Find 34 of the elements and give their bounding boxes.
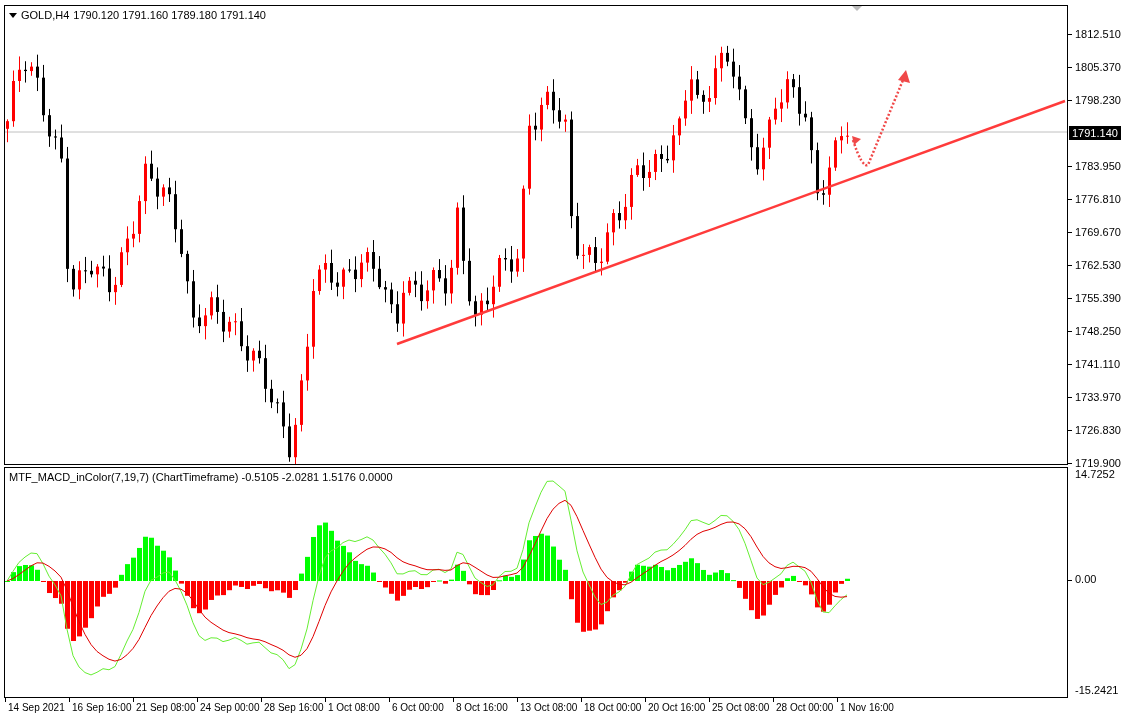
price-axis-label: 1805.370 (1075, 61, 1121, 73)
price-axis-label: 1726.830 (1075, 424, 1121, 436)
time-axis-label: 20 Oct 16:00 (648, 702, 706, 713)
indicator-header: MTF_MACD_inColor(7,19,7) (ChartTimeframe) -0.5105 -2.0281 1.5176 0.0000 (9, 471, 393, 483)
time-axis-label: 21 Sep 08:00 (136, 702, 196, 713)
indicator-axis-label: -15.2421 (1075, 684, 1119, 696)
price-axis-label: 1776.810 (1075, 193, 1121, 205)
time-axis-label: 16 Sep 16:00 (72, 702, 132, 713)
time-axis-label: 28 Oct 00:00 (776, 702, 834, 713)
price-axis-label: 1719.900 (1075, 457, 1121, 469)
indicator-axis-label: 14.7252 (1075, 468, 1115, 480)
price-axis-label: 1783.950 (1075, 160, 1121, 172)
price-axis-label: 1762.530 (1075, 259, 1121, 271)
time-axis-label: 24 Sep 00:00 (200, 702, 260, 713)
time-axis-label: 1 Oct 08:00 (328, 702, 380, 713)
ohlc-values: 1790.120 1791.160 1789.180 1791.140 (73, 9, 266, 21)
current-price-tag: 1791.140 (1069, 126, 1121, 140)
time-axis-label: 28 Sep 16:00 (264, 702, 324, 713)
time-axis-label: 6 Oct 00:00 (392, 702, 444, 713)
indicator-axis-label: 0.00 (1075, 573, 1097, 585)
price-axis-label: 1769.670 (1075, 226, 1121, 238)
symbol-label: GOLD,H4 (21, 9, 70, 21)
price-axis-label: 1812.510 (1075, 28, 1121, 40)
time-axis-label: 25 Oct 08:00 (712, 702, 770, 713)
price-axis-label: 1733.970 (1075, 391, 1121, 403)
time-axis-label: 18 Oct 00:00 (584, 702, 642, 713)
time-axis-label: 1 Nov 16:00 (840, 702, 894, 713)
time-axis-label: 13 Oct 08:00 (520, 702, 578, 713)
price-axis-label: 1798.230 (1075, 94, 1121, 106)
price-axis-label: 1748.250 (1075, 325, 1121, 337)
time-axis-label: 8 Oct 16:00 (456, 702, 508, 713)
price-axis-label: 1755.390 (1075, 292, 1121, 304)
time-axis-label: 14 Sep 2021 (8, 702, 65, 713)
price-axis-label: 1741.110 (1075, 358, 1121, 370)
